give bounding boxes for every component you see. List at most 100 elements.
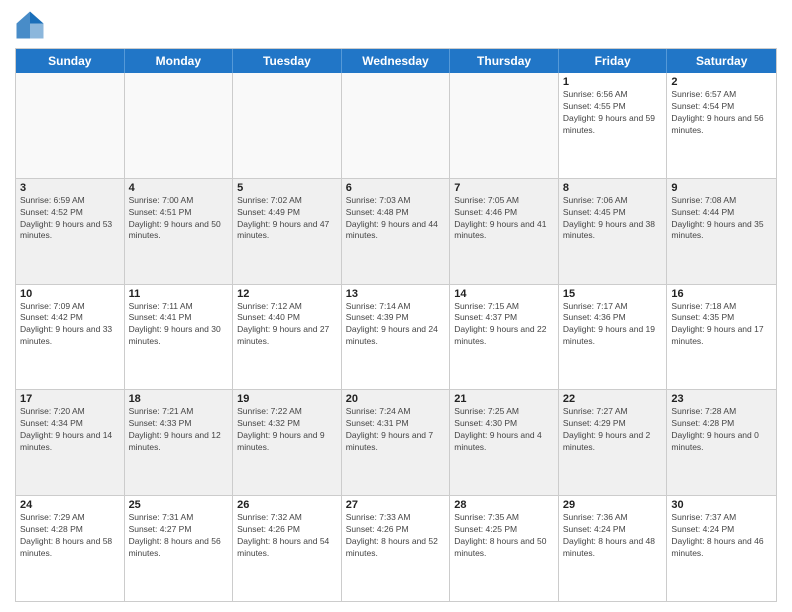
day-info: Sunrise: 6:56 AM Sunset: 4:55 PM Dayligh… bbox=[563, 89, 663, 137]
calendar-cell: 14Sunrise: 7:15 AM Sunset: 4:37 PM Dayli… bbox=[450, 285, 559, 390]
calendar-cell: 22Sunrise: 7:27 AM Sunset: 4:29 PM Dayli… bbox=[559, 390, 668, 495]
day-info: Sunrise: 7:18 AM Sunset: 4:35 PM Dayligh… bbox=[671, 301, 772, 349]
day-info: Sunrise: 7:14 AM Sunset: 4:39 PM Dayligh… bbox=[346, 301, 446, 349]
calendar-cell: 27Sunrise: 7:33 AM Sunset: 4:26 PM Dayli… bbox=[342, 496, 451, 601]
calendar-row-0: 1Sunrise: 6:56 AM Sunset: 4:55 PM Daylig… bbox=[16, 73, 776, 179]
day-number: 30 bbox=[671, 499, 772, 511]
calendar-cell bbox=[125, 73, 234, 178]
logo bbox=[15, 10, 49, 40]
day-info: Sunrise: 7:11 AM Sunset: 4:41 PM Dayligh… bbox=[129, 301, 229, 349]
calendar-row-1: 3Sunrise: 6:59 AM Sunset: 4:52 PM Daylig… bbox=[16, 179, 776, 285]
day-number: 21 bbox=[454, 393, 554, 405]
calendar-cell: 21Sunrise: 7:25 AM Sunset: 4:30 PM Dayli… bbox=[450, 390, 559, 495]
header-day-wednesday: Wednesday bbox=[342, 49, 451, 73]
day-info: Sunrise: 7:29 AM Sunset: 4:28 PM Dayligh… bbox=[20, 512, 120, 560]
day-number: 7 bbox=[454, 182, 554, 194]
day-info: Sunrise: 6:57 AM Sunset: 4:54 PM Dayligh… bbox=[671, 89, 772, 137]
calendar-cell: 1Sunrise: 6:56 AM Sunset: 4:55 PM Daylig… bbox=[559, 73, 668, 178]
day-info: Sunrise: 7:24 AM Sunset: 4:31 PM Dayligh… bbox=[346, 406, 446, 454]
header bbox=[15, 10, 777, 40]
calendar-cell: 20Sunrise: 7:24 AM Sunset: 4:31 PM Dayli… bbox=[342, 390, 451, 495]
calendar-cell: 26Sunrise: 7:32 AM Sunset: 4:26 PM Dayli… bbox=[233, 496, 342, 601]
day-number: 16 bbox=[671, 288, 772, 300]
calendar-cell: 7Sunrise: 7:05 AM Sunset: 4:46 PM Daylig… bbox=[450, 179, 559, 284]
header-day-tuesday: Tuesday bbox=[233, 49, 342, 73]
day-info: Sunrise: 7:32 AM Sunset: 4:26 PM Dayligh… bbox=[237, 512, 337, 560]
calendar-cell: 4Sunrise: 7:00 AM Sunset: 4:51 PM Daylig… bbox=[125, 179, 234, 284]
day-info: Sunrise: 7:35 AM Sunset: 4:25 PM Dayligh… bbox=[454, 512, 554, 560]
day-info: Sunrise: 7:27 AM Sunset: 4:29 PM Dayligh… bbox=[563, 406, 663, 454]
day-info: Sunrise: 7:12 AM Sunset: 4:40 PM Dayligh… bbox=[237, 301, 337, 349]
day-number: 9 bbox=[671, 182, 772, 194]
day-number: 24 bbox=[20, 499, 120, 511]
day-info: Sunrise: 7:25 AM Sunset: 4:30 PM Dayligh… bbox=[454, 406, 554, 454]
day-info: Sunrise: 7:05 AM Sunset: 4:46 PM Dayligh… bbox=[454, 195, 554, 243]
calendar-cell: 28Sunrise: 7:35 AM Sunset: 4:25 PM Dayli… bbox=[450, 496, 559, 601]
day-info: Sunrise: 7:33 AM Sunset: 4:26 PM Dayligh… bbox=[346, 512, 446, 560]
day-number: 3 bbox=[20, 182, 120, 194]
day-info: Sunrise: 7:03 AM Sunset: 4:48 PM Dayligh… bbox=[346, 195, 446, 243]
day-number: 17 bbox=[20, 393, 120, 405]
day-info: Sunrise: 7:09 AM Sunset: 4:42 PM Dayligh… bbox=[20, 301, 120, 349]
day-info: Sunrise: 7:21 AM Sunset: 4:33 PM Dayligh… bbox=[129, 406, 229, 454]
calendar-cell bbox=[233, 73, 342, 178]
day-info: Sunrise: 7:20 AM Sunset: 4:34 PM Dayligh… bbox=[20, 406, 120, 454]
day-number: 23 bbox=[671, 393, 772, 405]
calendar-cell: 17Sunrise: 7:20 AM Sunset: 4:34 PM Dayli… bbox=[16, 390, 125, 495]
day-number: 11 bbox=[129, 288, 229, 300]
calendar-cell: 15Sunrise: 7:17 AM Sunset: 4:36 PM Dayli… bbox=[559, 285, 668, 390]
calendar-cell: 13Sunrise: 7:14 AM Sunset: 4:39 PM Dayli… bbox=[342, 285, 451, 390]
day-number: 6 bbox=[346, 182, 446, 194]
day-number: 26 bbox=[237, 499, 337, 511]
day-number: 27 bbox=[346, 499, 446, 511]
day-number: 14 bbox=[454, 288, 554, 300]
day-info: Sunrise: 7:06 AM Sunset: 4:45 PM Dayligh… bbox=[563, 195, 663, 243]
day-info: Sunrise: 7:36 AM Sunset: 4:24 PM Dayligh… bbox=[563, 512, 663, 560]
day-number: 28 bbox=[454, 499, 554, 511]
day-number: 18 bbox=[129, 393, 229, 405]
day-number: 10 bbox=[20, 288, 120, 300]
calendar-cell bbox=[16, 73, 125, 178]
day-info: Sunrise: 7:17 AM Sunset: 4:36 PM Dayligh… bbox=[563, 301, 663, 349]
calendar-cell bbox=[450, 73, 559, 178]
calendar-cell: 24Sunrise: 7:29 AM Sunset: 4:28 PM Dayli… bbox=[16, 496, 125, 601]
day-number: 19 bbox=[237, 393, 337, 405]
day-number: 4 bbox=[129, 182, 229, 194]
header-day-sunday: Sunday bbox=[16, 49, 125, 73]
day-info: Sunrise: 7:28 AM Sunset: 4:28 PM Dayligh… bbox=[671, 406, 772, 454]
day-number: 20 bbox=[346, 393, 446, 405]
calendar-cell: 18Sunrise: 7:21 AM Sunset: 4:33 PM Dayli… bbox=[125, 390, 234, 495]
calendar: SundayMondayTuesdayWednesdayThursdayFrid… bbox=[15, 48, 777, 602]
day-info: Sunrise: 7:15 AM Sunset: 4:37 PM Dayligh… bbox=[454, 301, 554, 349]
day-number: 5 bbox=[237, 182, 337, 194]
day-number: 15 bbox=[563, 288, 663, 300]
calendar-cell: 3Sunrise: 6:59 AM Sunset: 4:52 PM Daylig… bbox=[16, 179, 125, 284]
calendar-cell: 30Sunrise: 7:37 AM Sunset: 4:24 PM Dayli… bbox=[667, 496, 776, 601]
day-number: 25 bbox=[129, 499, 229, 511]
calendar-cell: 2Sunrise: 6:57 AM Sunset: 4:54 PM Daylig… bbox=[667, 73, 776, 178]
day-info: Sunrise: 7:22 AM Sunset: 4:32 PM Dayligh… bbox=[237, 406, 337, 454]
calendar-row-4: 24Sunrise: 7:29 AM Sunset: 4:28 PM Dayli… bbox=[16, 496, 776, 601]
day-number: 8 bbox=[563, 182, 663, 194]
calendar-row-2: 10Sunrise: 7:09 AM Sunset: 4:42 PM Dayli… bbox=[16, 285, 776, 391]
calendar-cell: 5Sunrise: 7:02 AM Sunset: 4:49 PM Daylig… bbox=[233, 179, 342, 284]
day-number: 1 bbox=[563, 76, 663, 88]
day-info: Sunrise: 6:59 AM Sunset: 4:52 PM Dayligh… bbox=[20, 195, 120, 243]
day-number: 22 bbox=[563, 393, 663, 405]
calendar-cell: 9Sunrise: 7:08 AM Sunset: 4:44 PM Daylig… bbox=[667, 179, 776, 284]
day-info: Sunrise: 7:00 AM Sunset: 4:51 PM Dayligh… bbox=[129, 195, 229, 243]
day-number: 12 bbox=[237, 288, 337, 300]
day-info: Sunrise: 7:08 AM Sunset: 4:44 PM Dayligh… bbox=[671, 195, 772, 243]
calendar-cell: 11Sunrise: 7:11 AM Sunset: 4:41 PM Dayli… bbox=[125, 285, 234, 390]
day-info: Sunrise: 7:31 AM Sunset: 4:27 PM Dayligh… bbox=[129, 512, 229, 560]
calendar-cell: 6Sunrise: 7:03 AM Sunset: 4:48 PM Daylig… bbox=[342, 179, 451, 284]
calendar-body: 1Sunrise: 6:56 AM Sunset: 4:55 PM Daylig… bbox=[16, 73, 776, 601]
header-day-saturday: Saturday bbox=[667, 49, 776, 73]
calendar-cell: 23Sunrise: 7:28 AM Sunset: 4:28 PM Dayli… bbox=[667, 390, 776, 495]
header-day-thursday: Thursday bbox=[450, 49, 559, 73]
calendar-cell: 16Sunrise: 7:18 AM Sunset: 4:35 PM Dayli… bbox=[667, 285, 776, 390]
calendar-header: SundayMondayTuesdayWednesdayThursdayFrid… bbox=[16, 49, 776, 73]
calendar-cell: 25Sunrise: 7:31 AM Sunset: 4:27 PM Dayli… bbox=[125, 496, 234, 601]
calendar-cell bbox=[342, 73, 451, 178]
day-info: Sunrise: 7:37 AM Sunset: 4:24 PM Dayligh… bbox=[671, 512, 772, 560]
